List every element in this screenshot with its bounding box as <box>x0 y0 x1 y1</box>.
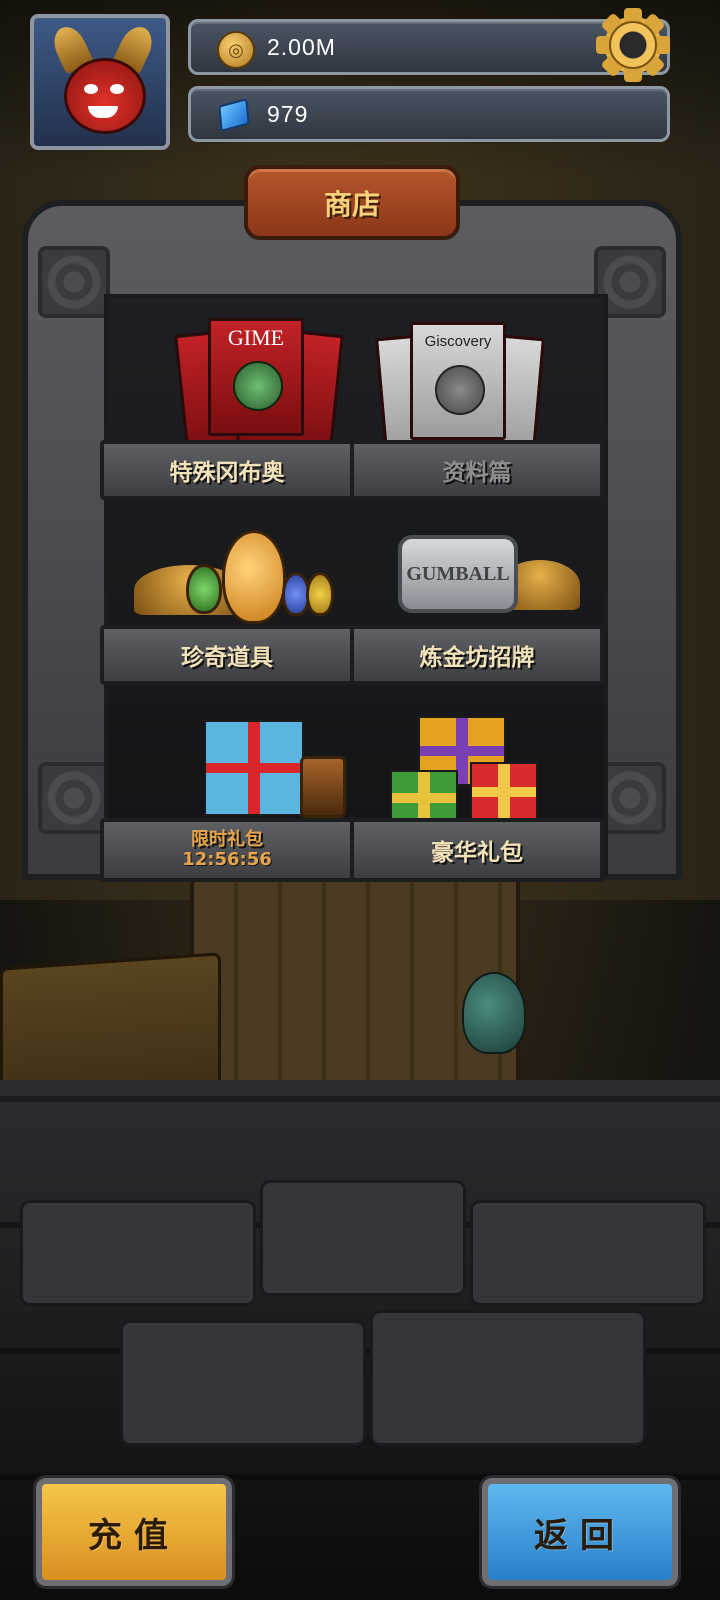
gem-icon <box>217 97 251 133</box>
background-crate <box>190 850 520 1100</box>
shelf-row-1: 特殊冈布奥 资料篇 <box>100 440 604 500</box>
shop-item-expansion[interactable]: 资料篇 <box>354 444 600 496</box>
shop-item-alchemy-sign[interactable]: 炼金坊招牌 <box>354 629 600 681</box>
coin-count: 2.00M <box>267 34 336 60</box>
knight-icon <box>435 365 485 415</box>
shop-title: 商店 <box>323 187 380 221</box>
gem-count: 979 <box>267 101 309 127</box>
shelf-row-2: 珍奇道具 炼金坊招牌 <box>100 625 604 685</box>
alchemy-sign-plaque: GUMBALL <box>398 535 518 613</box>
hourglass-icon <box>300 756 346 818</box>
shop-frame <box>22 200 682 880</box>
topup-button[interactable]: 充值 <box>36 1478 232 1586</box>
gear-icon[interactable] <box>596 8 670 82</box>
spiral-ornament-icon <box>38 246 110 318</box>
potion-flask-icon <box>222 530 286 624</box>
gift-box-icon <box>204 720 304 816</box>
player-avatar[interactable] <box>30 14 170 150</box>
limited-pack-timer: 12:56:56 <box>182 849 272 870</box>
expansion-magazine: Giscovery <box>410 322 506 440</box>
green-monster-icon <box>233 361 283 411</box>
background-bottle <box>462 972 526 1054</box>
shop-item-deluxe-pack[interactable]: 豪华礼包 <box>354 822 600 878</box>
shop-item-rare-items[interactable]: 珍奇道具 <box>104 629 354 681</box>
gem-bar: 979 <box>188 86 670 142</box>
shop-item-limited-pack[interactable]: 限时礼包 12:56:56 <box>104 822 354 878</box>
shelf-row-3: 限时礼包 12:56:56 豪华礼包 <box>100 818 604 882</box>
back-button[interactable]: 返回 <box>482 1478 678 1586</box>
coin-icon: ◎ <box>217 31 255 69</box>
shop-title-sign: 商店 <box>244 165 460 240</box>
shop-item-special-gumball[interactable]: 特殊冈布奥 <box>104 444 354 496</box>
special-gumball-magazine: GIME <box>208 318 304 436</box>
